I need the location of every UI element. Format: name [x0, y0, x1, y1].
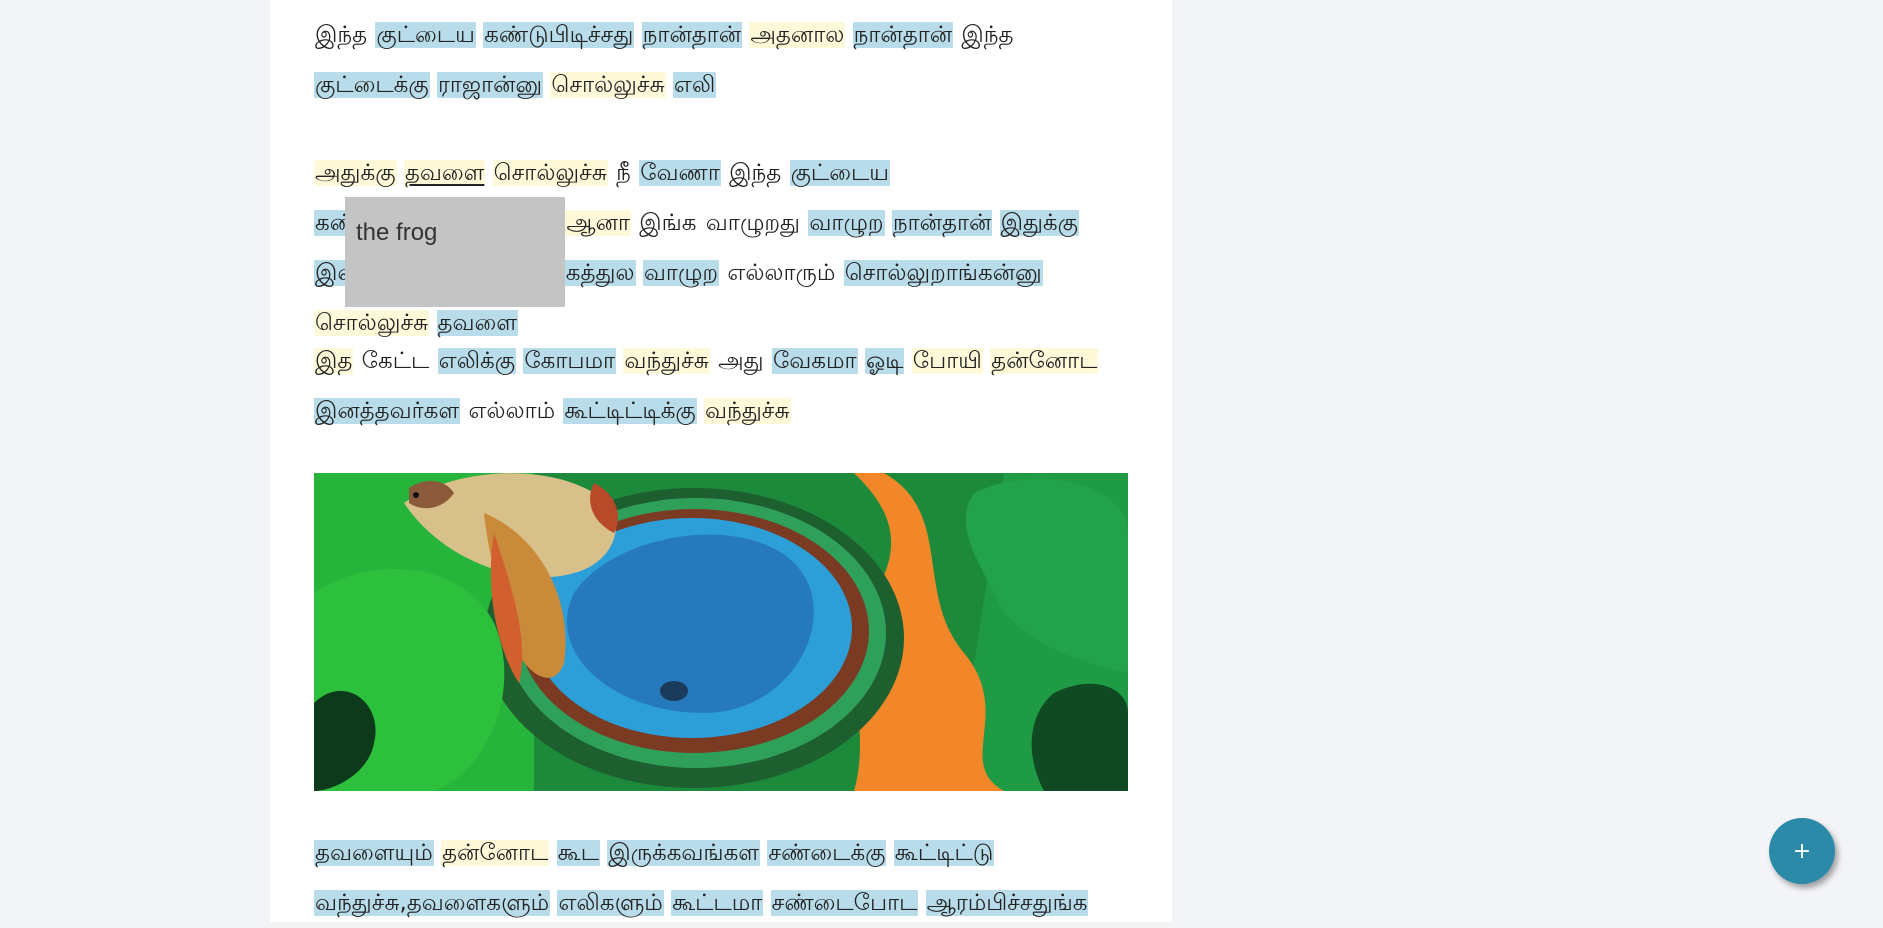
story-word[interactable]: ராஜான்னு	[437, 72, 544, 98]
story-word[interactable]: வாழுறது	[705, 210, 801, 236]
story-word[interactable]: எல்லாரும்	[726, 260, 836, 286]
story-word[interactable]: குட்டைய	[375, 22, 476, 48]
add-button[interactable]: +	[1769, 818, 1835, 884]
story-word[interactable]: சொல்லுச்சு	[550, 72, 666, 98]
story-word[interactable]: எலிக்கு	[437, 348, 517, 374]
story-paragraph-1: இந்த குட்டைய கண்டுபிடிச்சது நான்தான் அதன…	[314, 10, 1134, 110]
story-word[interactable]: கண்டுபிடிச்சது	[483, 22, 635, 48]
story-word[interactable]: நான்தான்	[852, 22, 954, 48]
story-word[interactable]: வந்துச்சு,தவளைகளும்	[314, 890, 551, 916]
story-word[interactable]: இதுக்கு	[999, 210, 1079, 236]
story-word[interactable]: இனத்தவர்கள	[314, 398, 461, 424]
story-word[interactable]: கேட்ட	[361, 348, 431, 374]
story-word[interactable]: சொல்லுறாங்கன்னு	[843, 260, 1043, 286]
story-word[interactable]: அது	[717, 348, 765, 374]
story-word[interactable]: குட்டைக்கு	[314, 72, 430, 98]
story-word[interactable]: சொல்லுச்சு	[492, 160, 608, 186]
story-word[interactable]: கோபமா	[523, 348, 617, 374]
story-paragraph-3: இத கேட்ட எலிக்கு கோபமா வந்துச்சு அது வேக…	[314, 336, 1134, 436]
story-word[interactable]: தன்னோட	[441, 840, 550, 866]
story-word[interactable]: இந்த	[960, 22, 1014, 48]
story-word[interactable]: ,ஆனா	[558, 210, 631, 236]
story-illustration	[314, 473, 1128, 791]
story-word[interactable]: அதனால	[749, 22, 846, 48]
story-word[interactable]: எலிகளும்	[557, 890, 664, 916]
story-word[interactable]: தவளை	[403, 160, 486, 186]
tooltip-text: the frog	[356, 219, 438, 246]
story-word[interactable]: தவளை	[436, 310, 519, 336]
story-word[interactable]: இந்த	[314, 22, 368, 48]
plus-icon: +	[1792, 838, 1812, 864]
story-word[interactable]: வேகமா	[771, 348, 858, 374]
story-word[interactable]: சொல்லுச்சு	[314, 310, 430, 336]
story-word[interactable]: இங்க	[638, 210, 697, 236]
translation-tooltip: the frog	[345, 197, 565, 307]
story-word[interactable]: நான்தான்	[891, 210, 993, 236]
story-word[interactable]: நீ	[615, 160, 632, 186]
story-word[interactable]: இத	[314, 348, 354, 374]
story-word[interactable]: அதுக்கு	[314, 160, 397, 186]
story-word[interactable]: கூட்டிட்டிக்கு	[563, 398, 697, 424]
story-word[interactable]: வாழுற	[642, 260, 720, 286]
story-word[interactable]: வாழுற	[808, 210, 885, 236]
story-word[interactable]: எலி	[672, 72, 717, 98]
story-word[interactable]: குட்டைய	[789, 160, 890, 186]
story-word[interactable]: ஆரம்பிச்சதுங்க	[925, 890, 1089, 916]
story-word[interactable]: இந்த	[728, 160, 782, 186]
story-word[interactable]: தவளையும்	[314, 840, 434, 866]
story-word[interactable]: சண்டைபோட	[770, 890, 919, 916]
story-word[interactable]: சண்டைக்கு	[767, 840, 887, 866]
story-word[interactable]: கூட்டிட்டு	[893, 840, 995, 866]
story-word[interactable]: இருக்கவங்கள	[607, 840, 761, 866]
story-word[interactable]: வேணா	[639, 160, 721, 186]
story-word[interactable]: ஓடி	[864, 348, 905, 374]
story-word[interactable]: எல்லாம்	[467, 398, 556, 424]
story-word[interactable]: தன்னோட	[990, 348, 1099, 374]
story-word[interactable]: போயி	[911, 348, 983, 374]
story-word[interactable]: வந்துச்சு	[623, 348, 710, 374]
story-word[interactable]: கூட	[556, 840, 600, 866]
story-word[interactable]: கூட்டமா	[671, 890, 764, 916]
story-word[interactable]: வந்துச்சு	[704, 398, 791, 424]
story-word[interactable]: நான்தான்	[641, 22, 743, 48]
story-paragraph-4: தவளையும் தன்னோட கூட இருக்கவங்கள சண்டைக்க…	[314, 828, 1134, 928]
